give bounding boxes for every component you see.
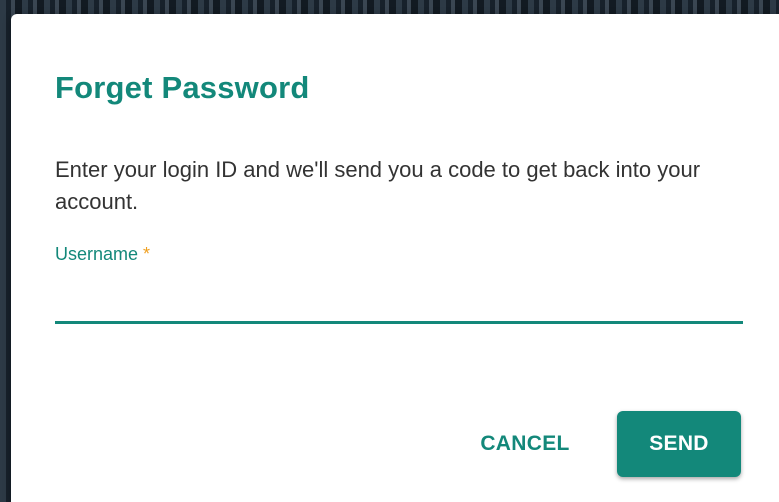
dialog-actions: CANCEL SEND (11, 411, 779, 477)
username-input[interactable] (55, 280, 743, 324)
required-mark: * (143, 244, 151, 264)
forget-password-dialog: Forget Password Enter your login ID and … (11, 14, 779, 502)
cancel-button[interactable]: CANCEL (455, 411, 595, 477)
username-label: Username * (55, 244, 150, 265)
dialog-description: Enter your login ID and we'll send you a… (55, 157, 701, 214)
username-label-text: Username (55, 244, 139, 264)
username-field: Username * (55, 240, 743, 330)
dialog-title: Forget Password (55, 70, 310, 105)
send-button[interactable]: SEND (617, 411, 741, 477)
